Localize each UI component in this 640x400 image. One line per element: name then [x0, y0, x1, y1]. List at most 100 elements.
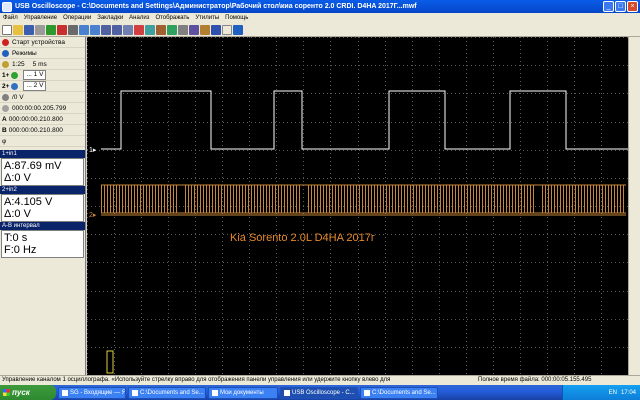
oscilloscope-screen[interactable]: 1▸ 2▸ Kia Sorento 2.0L D4HA 2017г	[87, 37, 629, 376]
ch2-volts-select[interactable]: ... 2 V	[23, 81, 47, 91]
marker-icon[interactable]	[134, 24, 144, 35]
ch2-readout: A:4.105 V Δ:0 V	[1, 194, 84, 222]
cursor-icon[interactable]	[68, 24, 78, 35]
taskbar: пуск SG - Входящие — Ян... C:\Documents …	[0, 385, 640, 400]
print-icon[interactable]	[35, 24, 45, 35]
mail-icon	[62, 389, 68, 396]
dropdown-icon[interactable]	[222, 24, 232, 35]
status-bar: Управление каналом 1 осциллографа. «Испо…	[0, 375, 640, 385]
cursor-icon	[2, 104, 9, 112]
grid-icon[interactable]	[145, 24, 155, 35]
modes-row[interactable]: Режимы	[0, 48, 85, 59]
ch2-level-marker: 2▸	[89, 212, 97, 219]
taskbar-item[interactable]: Мои документы	[208, 386, 278, 399]
cursor-time: 000:00:00.205.799	[12, 104, 67, 112]
menu-analysis[interactable]: Анализ	[129, 15, 149, 21]
undo-icon[interactable]	[123, 24, 133, 35]
taskbar-item[interactable]: C:\Documents and Se...	[128, 386, 206, 399]
ab-interval-readout: T:0 s F:0 Hz	[1, 230, 84, 258]
trigger-row[interactable]: /0 V	[0, 92, 85, 103]
clock: 17:04	[620, 389, 636, 396]
title-bar: USB Oscilloscope - C:\Documents and Sett…	[0, 0, 640, 13]
cursor-b-row: B 000:00:00.210.800	[0, 125, 85, 136]
time-div: 5 ms	[32, 60, 47, 68]
arrow-right-icon[interactable]	[112, 24, 122, 35]
menu-utilities[interactable]: Утилиты	[195, 15, 219, 21]
ch2-coupling-icon	[11, 82, 19, 90]
ab-frequency: F:0 Hz	[4, 244, 37, 256]
open-folder-icon[interactable]	[13, 24, 23, 35]
cursor-handle	[106, 350, 114, 374]
folder-icon	[364, 389, 370, 396]
ch1-delta: Δ:0 V	[4, 172, 31, 184]
menu-bar: Файл Управление Операции Закладки Анализ…	[0, 13, 640, 23]
menu-control[interactable]: Управление	[24, 15, 57, 21]
measure-icon[interactable]	[167, 24, 177, 35]
modes-icon	[2, 49, 9, 57]
channel-icon[interactable]	[156, 24, 166, 35]
scope-grid	[87, 37, 629, 376]
minimize-button[interactable]: _	[603, 1, 614, 12]
taskbar-item[interactable]: SG - Входящие — Ян...	[58, 386, 126, 399]
vertical-scrollbar[interactable]	[628, 37, 640, 375]
ab-period: T:0 s	[4, 232, 28, 244]
control-panel: Старт устройства Режимы 1:25 5 ms 1+ ...…	[0, 37, 86, 375]
start-button[interactable]: пуск	[0, 385, 56, 400]
taskbar-item-active[interactable]: USB Oscilloscope - C...	[280, 386, 358, 399]
system-tray: EN 17:04	[562, 385, 640, 400]
menu-display[interactable]: Отображать	[155, 15, 189, 21]
ch1-settings-row[interactable]: 1+ ... 1 V	[0, 70, 85, 81]
clock-icon	[2, 60, 9, 68]
menu-file[interactable]: Файл	[3, 15, 18, 21]
taskbar-item[interactable]: C:\Documents and Se...	[360, 386, 438, 399]
ch1-readout: A:87.69 mV Δ:0 V	[1, 158, 84, 186]
menu-help[interactable]: Помощь	[225, 15, 248, 21]
folder-icon	[212, 389, 218, 396]
power-icon	[2, 38, 9, 46]
waveform-display[interactable]: 1▸ 2▸ Kia Sorento 2.0L D4HA 2017г	[87, 37, 629, 376]
maximize-button[interactable]: □	[615, 1, 626, 12]
new-file-icon[interactable]	[2, 24, 12, 35]
ch2-readout-header: 2+in2	[0, 186, 85, 194]
oscilloscope-icon	[284, 389, 290, 396]
phase-label: φ	[2, 137, 7, 145]
ch1-amplitude: A:87.69 mV	[4, 160, 62, 172]
folder-icon	[132, 389, 138, 396]
arrow-left-icon[interactable]	[101, 24, 111, 35]
start-device-row[interactable]: Старт устройства	[0, 37, 85, 48]
save-icon[interactable]	[24, 24, 34, 35]
zoom-out-icon[interactable]	[90, 24, 100, 35]
start-device-label: Старт устройства	[12, 38, 65, 46]
ch1-coupling-icon	[11, 71, 19, 79]
status-file-time: Полное время файла: 000:00:05.155.495	[478, 377, 592, 383]
ch2-settings-row[interactable]: 2+ ... 2 V	[0, 81, 85, 92]
stop-icon[interactable]	[57, 24, 67, 35]
ch1-waveform	[101, 90, 628, 150]
export-icon[interactable]	[200, 24, 210, 35]
ch2-delta: Δ:0 V	[4, 208, 31, 220]
settings-icon[interactable]	[178, 24, 188, 35]
help-icon[interactable]	[233, 24, 243, 35]
ab-interval-header: A-B интервал	[0, 222, 85, 230]
filter-icon[interactable]	[189, 24, 199, 35]
cursor-time-row: 000:00:00.205.799	[0, 103, 85, 114]
language-indicator[interactable]: EN	[609, 390, 617, 396]
zoom-in-icon[interactable]	[79, 24, 89, 35]
play-icon[interactable]	[46, 24, 56, 35]
ch1-level-marker: 1▸	[89, 147, 97, 154]
cursor-a-label: A	[2, 115, 7, 123]
ch1-label: 1+	[2, 71, 10, 79]
menu-operations[interactable]: Операции	[63, 15, 91, 21]
app-icon	[2, 1, 12, 12]
cursor-a-time: 000:00:00.210.800	[8, 115, 63, 123]
close-button[interactable]: ×	[627, 1, 638, 12]
timebase-row[interactable]: 1:25 5 ms	[0, 59, 85, 70]
ch1-volts-select[interactable]: ... 1 V	[23, 70, 47, 80]
ch2-amplitude: A:4.105 V	[4, 196, 53, 208]
trigger-icon	[2, 93, 9, 101]
cursor-b-label: B	[2, 126, 7, 134]
status-hint: Управление каналом 1 осциллографа. «Испо…	[2, 377, 391, 383]
trigger-level: /0 V	[12, 93, 24, 101]
screen-icon[interactable]	[211, 24, 221, 35]
menu-bookmarks[interactable]: Закладки	[97, 15, 123, 21]
